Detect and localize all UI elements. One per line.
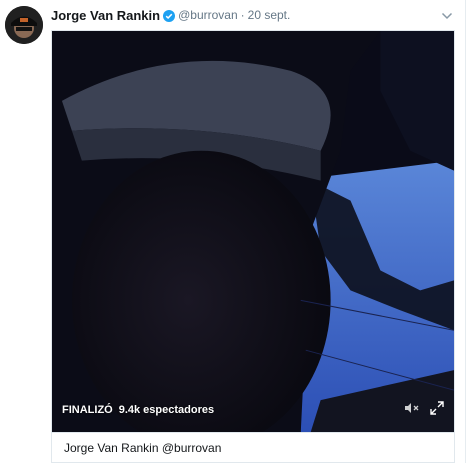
separator-dot: · [240, 8, 245, 22]
broadcast-ended-label: FINALIZÓ [62, 404, 113, 416]
broadcast-card-title[interactable]: Jorge Van Rankin @burrovan [51, 432, 455, 463]
tweet-card: Jorge Van Rankin @burrovan · 20 sept. FI… [0, 0, 466, 463]
fullscreen-icon[interactable] [430, 400, 444, 420]
video-controls [404, 400, 444, 420]
video-frame [52, 31, 454, 432]
card-title-text: Jorge Van Rankin @burrovan [64, 440, 222, 455]
tweet-header: Jorge Van Rankin @burrovan · 20 sept. [51, 7, 290, 23]
tweet-date[interactable]: 20 sept. [248, 8, 291, 22]
chevron-down-icon[interactable] [441, 8, 453, 20]
broadcast-status: FINALIZÓ 9.4k espectadores [62, 401, 214, 419]
author-name[interactable]: Jorge Van Rankin [51, 8, 160, 23]
author-handle[interactable]: @burrovan [178, 8, 238, 22]
viewer-count: 9.4k espectadores [118, 404, 215, 416]
avatar[interactable] [5, 6, 43, 44]
avatar-image [5, 6, 43, 44]
broadcast-video[interactable]: FINALIZÓ 9.4k espectadores [51, 30, 455, 432]
verified-badge-icon [163, 9, 176, 22]
speaker-muted-icon[interactable] [404, 401, 420, 419]
